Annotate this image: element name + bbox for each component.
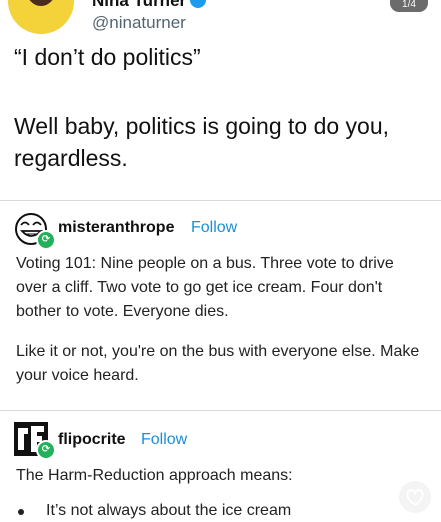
reblog-post-misteranthrope: ⟳ misteranthrope Follow Voting 101: Nine…: [0, 200, 441, 410]
reblog-post-flipocrite: ⟳ flipocrite Follow The Harm-Reduction a…: [0, 410, 441, 522]
tweet-text: Well baby, politics is going to do you, …: [14, 113, 390, 171]
blog-name[interactable]: misteranthrope: [58, 219, 174, 237]
verified-icon: [190, 0, 206, 8]
post-paragraph: The Harm-Reduction approach means:: [16, 467, 293, 484]
avatar-face: [26, 0, 56, 6]
tweet-quote: “I don’t do politics”: [14, 44, 201, 70]
follow-button[interactable]: Follow: [141, 431, 187, 449]
embedded-tweet: Nina Turner @ninaturner 1/4 “I don’t do …: [0, 0, 441, 200]
post-paragraph: Like it or not, you're on the bus with e…: [16, 343, 420, 384]
blog-name[interactable]: flipocrite: [58, 431, 126, 449]
tweet-display-name[interactable]: Nina Turner: [92, 0, 186, 11]
reblog-icon: ⟳: [36, 230, 56, 250]
tweet-handle[interactable]: @ninaturner: [92, 13, 186, 33]
post-paragraph: Voting 101: Nine people on a bus. Three …: [16, 255, 394, 320]
page-counter-badge: 1/4: [390, 0, 428, 12]
heart-icon[interactable]: [398, 480, 432, 514]
follow-button[interactable]: Follow: [191, 219, 237, 237]
tweet-avatar[interactable]: [8, 0, 74, 34]
bullet-item: It’s not always about the ice cream: [46, 502, 292, 519]
reblog-icon: ⟳: [36, 440, 56, 460]
bullet-icon: [18, 509, 24, 515]
